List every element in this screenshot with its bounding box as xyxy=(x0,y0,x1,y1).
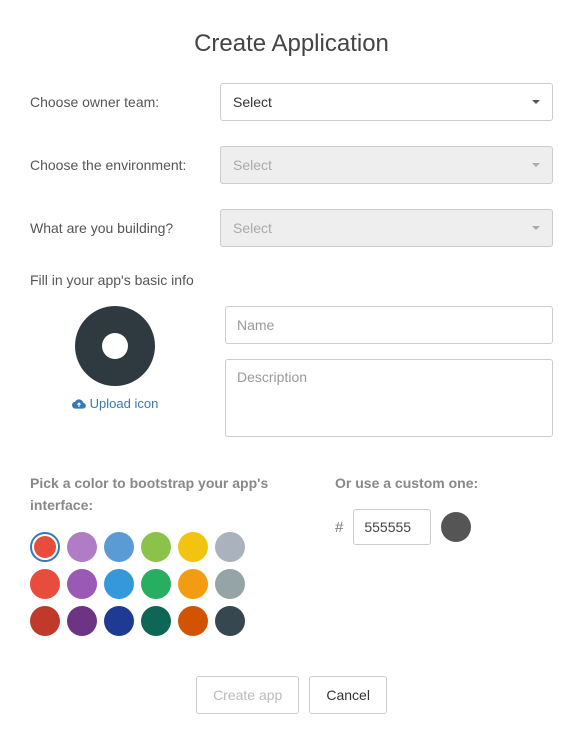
color-swatch[interactable] xyxy=(30,606,60,636)
environment-select-value: Select xyxy=(233,157,272,173)
chevron-down-icon xyxy=(532,100,540,104)
color-swatch[interactable] xyxy=(178,532,208,562)
color-swatch[interactable] xyxy=(141,532,171,562)
custom-color-preview xyxy=(441,512,471,542)
color-swatch[interactable] xyxy=(178,569,208,599)
swatch-section-label: Pick a color to bootstrap your app's int… xyxy=(30,472,315,517)
owner-team-row: Choose owner team: Select xyxy=(30,83,553,121)
owner-team-select-value: Select xyxy=(233,94,272,110)
color-swatch[interactable] xyxy=(141,606,171,636)
create-app-button: Create app xyxy=(196,676,299,714)
color-swatch[interactable] xyxy=(215,569,245,599)
page-title: Create Application xyxy=(30,30,553,58)
chevron-down-icon xyxy=(532,226,540,230)
custom-color-label: Or use a custom one: xyxy=(335,472,553,494)
color-swatch[interactable] xyxy=(67,532,97,562)
swatch-column: Pick a color to bootstrap your app's int… xyxy=(30,472,315,636)
fields-column xyxy=(225,306,553,437)
color-swatch[interactable] xyxy=(67,606,97,636)
chevron-down-icon xyxy=(532,163,540,167)
building-label: What are you building? xyxy=(30,220,220,236)
color-swatch[interactable] xyxy=(104,606,134,636)
color-swatch[interactable] xyxy=(30,569,60,599)
color-swatch[interactable] xyxy=(67,569,97,599)
color-swatch[interactable] xyxy=(215,606,245,636)
environment-label: Choose the environment: xyxy=(30,157,220,173)
icon-column: Upload icon xyxy=(30,306,200,437)
description-textarea[interactable] xyxy=(225,359,553,437)
ring-icon xyxy=(102,333,128,359)
color-swatch[interactable] xyxy=(215,532,245,562)
color-swatch[interactable] xyxy=(141,569,171,599)
upload-icon-link[interactable]: Upload icon xyxy=(72,396,159,411)
app-icon-preview xyxy=(75,306,155,386)
custom-column: Or use a custom one: # xyxy=(335,472,553,636)
environment-row: Choose the environment: Select xyxy=(30,146,553,184)
building-row: What are you building? Select xyxy=(30,209,553,247)
color-swatches xyxy=(30,532,250,636)
owner-team-select[interactable]: Select xyxy=(220,83,553,121)
building-select: Select xyxy=(220,209,553,247)
building-select-value: Select xyxy=(233,220,272,236)
basic-info-row: Upload icon xyxy=(30,306,553,437)
upload-icon-label: Upload icon xyxy=(90,396,159,411)
cancel-button[interactable]: Cancel xyxy=(309,676,387,714)
custom-hex-input[interactable] xyxy=(353,509,431,545)
hash-label: # xyxy=(335,519,343,536)
environment-select: Select xyxy=(220,146,553,184)
owner-team-label: Choose owner team: xyxy=(30,94,220,110)
name-input[interactable] xyxy=(225,306,553,344)
color-swatch[interactable] xyxy=(178,606,208,636)
action-buttons: Create app Cancel xyxy=(30,676,553,714)
color-section: Pick a color to bootstrap your app's int… xyxy=(30,472,553,636)
color-swatch[interactable] xyxy=(104,569,134,599)
color-swatch[interactable] xyxy=(104,532,134,562)
cloud-upload-icon xyxy=(72,397,86,411)
basic-info-label: Fill in your app's basic info xyxy=(30,272,553,288)
color-swatch[interactable] xyxy=(30,532,60,562)
custom-color-row: # xyxy=(335,509,553,545)
